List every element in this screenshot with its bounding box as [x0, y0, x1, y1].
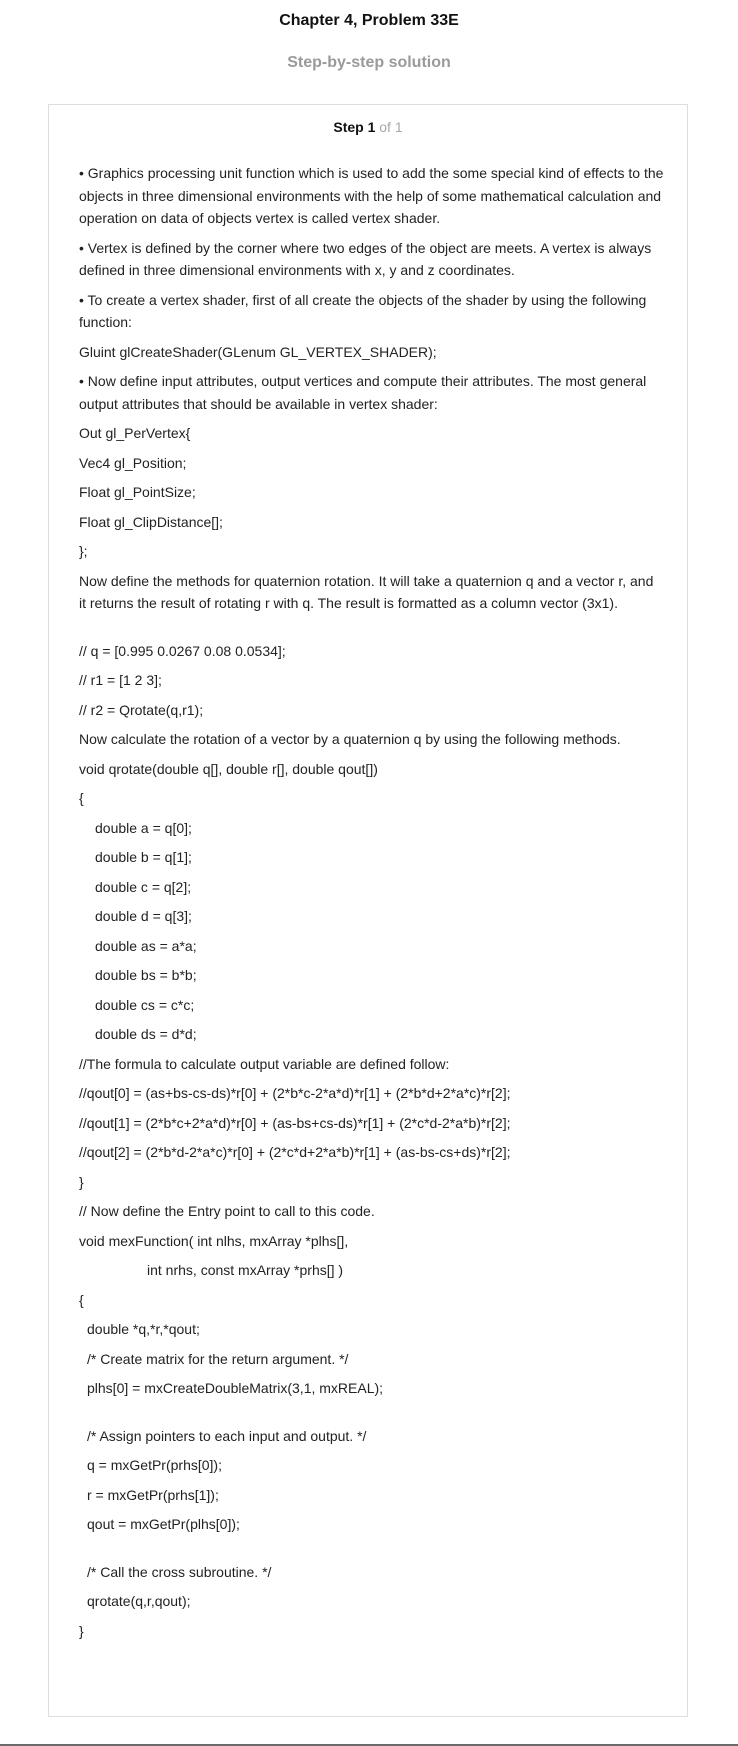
paragraph-rotation-method: Now calculate the rotation of a vector b… [79, 731, 621, 747]
code-brace: } [79, 1173, 84, 1190]
code-line: double c = q[2]; [95, 878, 192, 895]
code-line: Gluint glCreateShader(GLenum GL_VERTEX_S… [79, 343, 437, 360]
code-comment: //qout[1] = (2*b*c+2*a*d)*r[0] + (as-bs+… [79, 1114, 511, 1131]
paragraph-output-attributes: • Now define input attributes, output ve… [79, 373, 647, 412]
code-comment: //The formula to calculate output variab… [79, 1055, 450, 1072]
page-title: Chapter 4, Problem 33E [279, 12, 459, 29]
code-comment: // r2 = Qrotate(q,r1); [79, 701, 204, 718]
code-line: Out gl_PerVertex{ [79, 425, 191, 441]
code-comment: // q = [0.995 0.0267 0.08 0.0534]; [79, 642, 286, 659]
paragraph-vertex-shader-definition: • Graphics processing unit function whic… [79, 165, 664, 226]
code-line: qout = mxGetPr(plhs[0]); [87, 1516, 240, 1532]
code-line: Vec4 gl_Position; [79, 454, 187, 471]
step-body: • Graphics processing unit function whic… [79, 162, 664, 1649]
code-line: double bs = b*b; [95, 967, 197, 983]
code-comment: /* Call the cross subroutine. */ [87, 1563, 272, 1580]
code-line: double as = a*a; [95, 937, 197, 954]
code-line: double a = q[0]; [95, 819, 192, 836]
code-line: r = mxGetPr(prhs[1]); [87, 1486, 219, 1503]
paragraph-quaternion-rotation: Now define the methods for quaternion ro… [79, 572, 654, 612]
code-line: q = mxGetPr(prhs[0]); [87, 1457, 222, 1473]
step-count: of 1 [375, 119, 403, 135]
code-line: double *q,*r,*qout; [87, 1321, 200, 1337]
code-line: Float gl_PointSize; [79, 484, 196, 500]
code-brace: } [79, 1622, 84, 1639]
code-line: int nrhs, const mxArray *prhs[] ) [147, 1262, 344, 1278]
code-brace: { [79, 1291, 84, 1308]
page-subtitle: Step-by-step solution [287, 54, 451, 71]
step-header: Step 1 of 1 [49, 119, 687, 135]
code-line: void mexFunction( int nlhs, mxArray *plh… [79, 1232, 349, 1249]
code-comment: //qout[2] = (2*b*d-2*a*c)*r[0] + (2*c*d+… [79, 1144, 511, 1160]
code-comment: // r1 = [1 2 3]; [79, 672, 162, 688]
code-line: plhs[0] = mxCreateDoubleMatrix(3,1, mxRE… [87, 1380, 384, 1396]
code-line: double b = q[1]; [95, 849, 192, 865]
code-line: Float gl_ClipDistance[]; [79, 513, 223, 530]
code-line: void qrotate(double q[], double r[], dou… [79, 760, 378, 777]
solution-card: Step 1 of 1 • Graphics processing unit f… [48, 104, 688, 1717]
code-line: }; [79, 543, 88, 559]
code-comment: /* Assign pointers to each input and out… [87, 1427, 367, 1444]
step-label: Step 1 [333, 119, 376, 135]
code-comment: /* Create matrix for the return argument… [87, 1350, 349, 1367]
code-brace: { [79, 790, 84, 806]
code-line: qrotate(q,r,qout); [87, 1593, 191, 1609]
code-comment: // Now define the Entry point to call to… [79, 1203, 375, 1219]
code-line: double d = q[3]; [95, 908, 192, 924]
code-line: double cs = c*c; [95, 996, 195, 1013]
paragraph-create-shader: • To create a vertex shader, first of al… [79, 291, 647, 331]
code-comment: //qout[0] = (as+bs-cs-ds)*r[0] + (2*b*c-… [79, 1085, 511, 1101]
paragraph-vertex-definition: • Vertex is defined by the corner where … [79, 239, 652, 279]
code-line: double ds = d*d; [95, 1026, 197, 1042]
